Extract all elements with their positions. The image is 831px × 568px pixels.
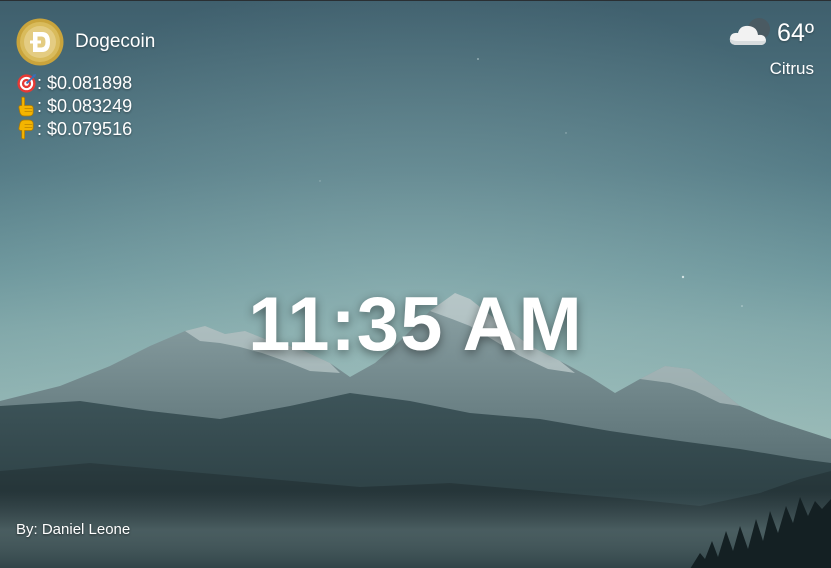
current-price: : $0.081898 bbox=[16, 72, 155, 95]
cloud-night-icon bbox=[729, 18, 771, 45]
high-price: : $0.083249 bbox=[16, 95, 155, 118]
pointing-up-icon bbox=[18, 96, 34, 117]
weather-widget: 64º Citrus bbox=[727, 15, 814, 79]
coin-name: Dogecoin bbox=[75, 31, 156, 52]
pointing-down-icon bbox=[18, 119, 34, 140]
price-list: : $0.081898 : $0.083249 : $0.079516 bbox=[16, 72, 155, 141]
dogecoin-logo-icon bbox=[16, 18, 64, 66]
temperature: 64º bbox=[777, 18, 814, 47]
high-price-label: : $0.083249 bbox=[37, 96, 133, 116]
target-icon bbox=[17, 73, 37, 93]
low-price-label: : $0.079516 bbox=[37, 119, 133, 139]
crypto-widget: Dogecoin : $0.081898 : $0.083249: $0.07… bbox=[16, 18, 155, 141]
low-price: : $0.079516 bbox=[16, 118, 155, 141]
coin-header: Dogecoin bbox=[16, 18, 155, 66]
current-price-label: : $0.081898 bbox=[37, 73, 133, 93]
weather-header: 64º bbox=[727, 15, 814, 51]
weather-location: Citrus bbox=[769, 59, 814, 78]
clock-time: 11:35 AM bbox=[248, 282, 583, 367]
author-credit: By: Daniel Leone bbox=[16, 521, 131, 538]
new-tab-dashboard: Dogecoin : $0.081898 : $0.083249: $0.07… bbox=[0, 0, 831, 568]
